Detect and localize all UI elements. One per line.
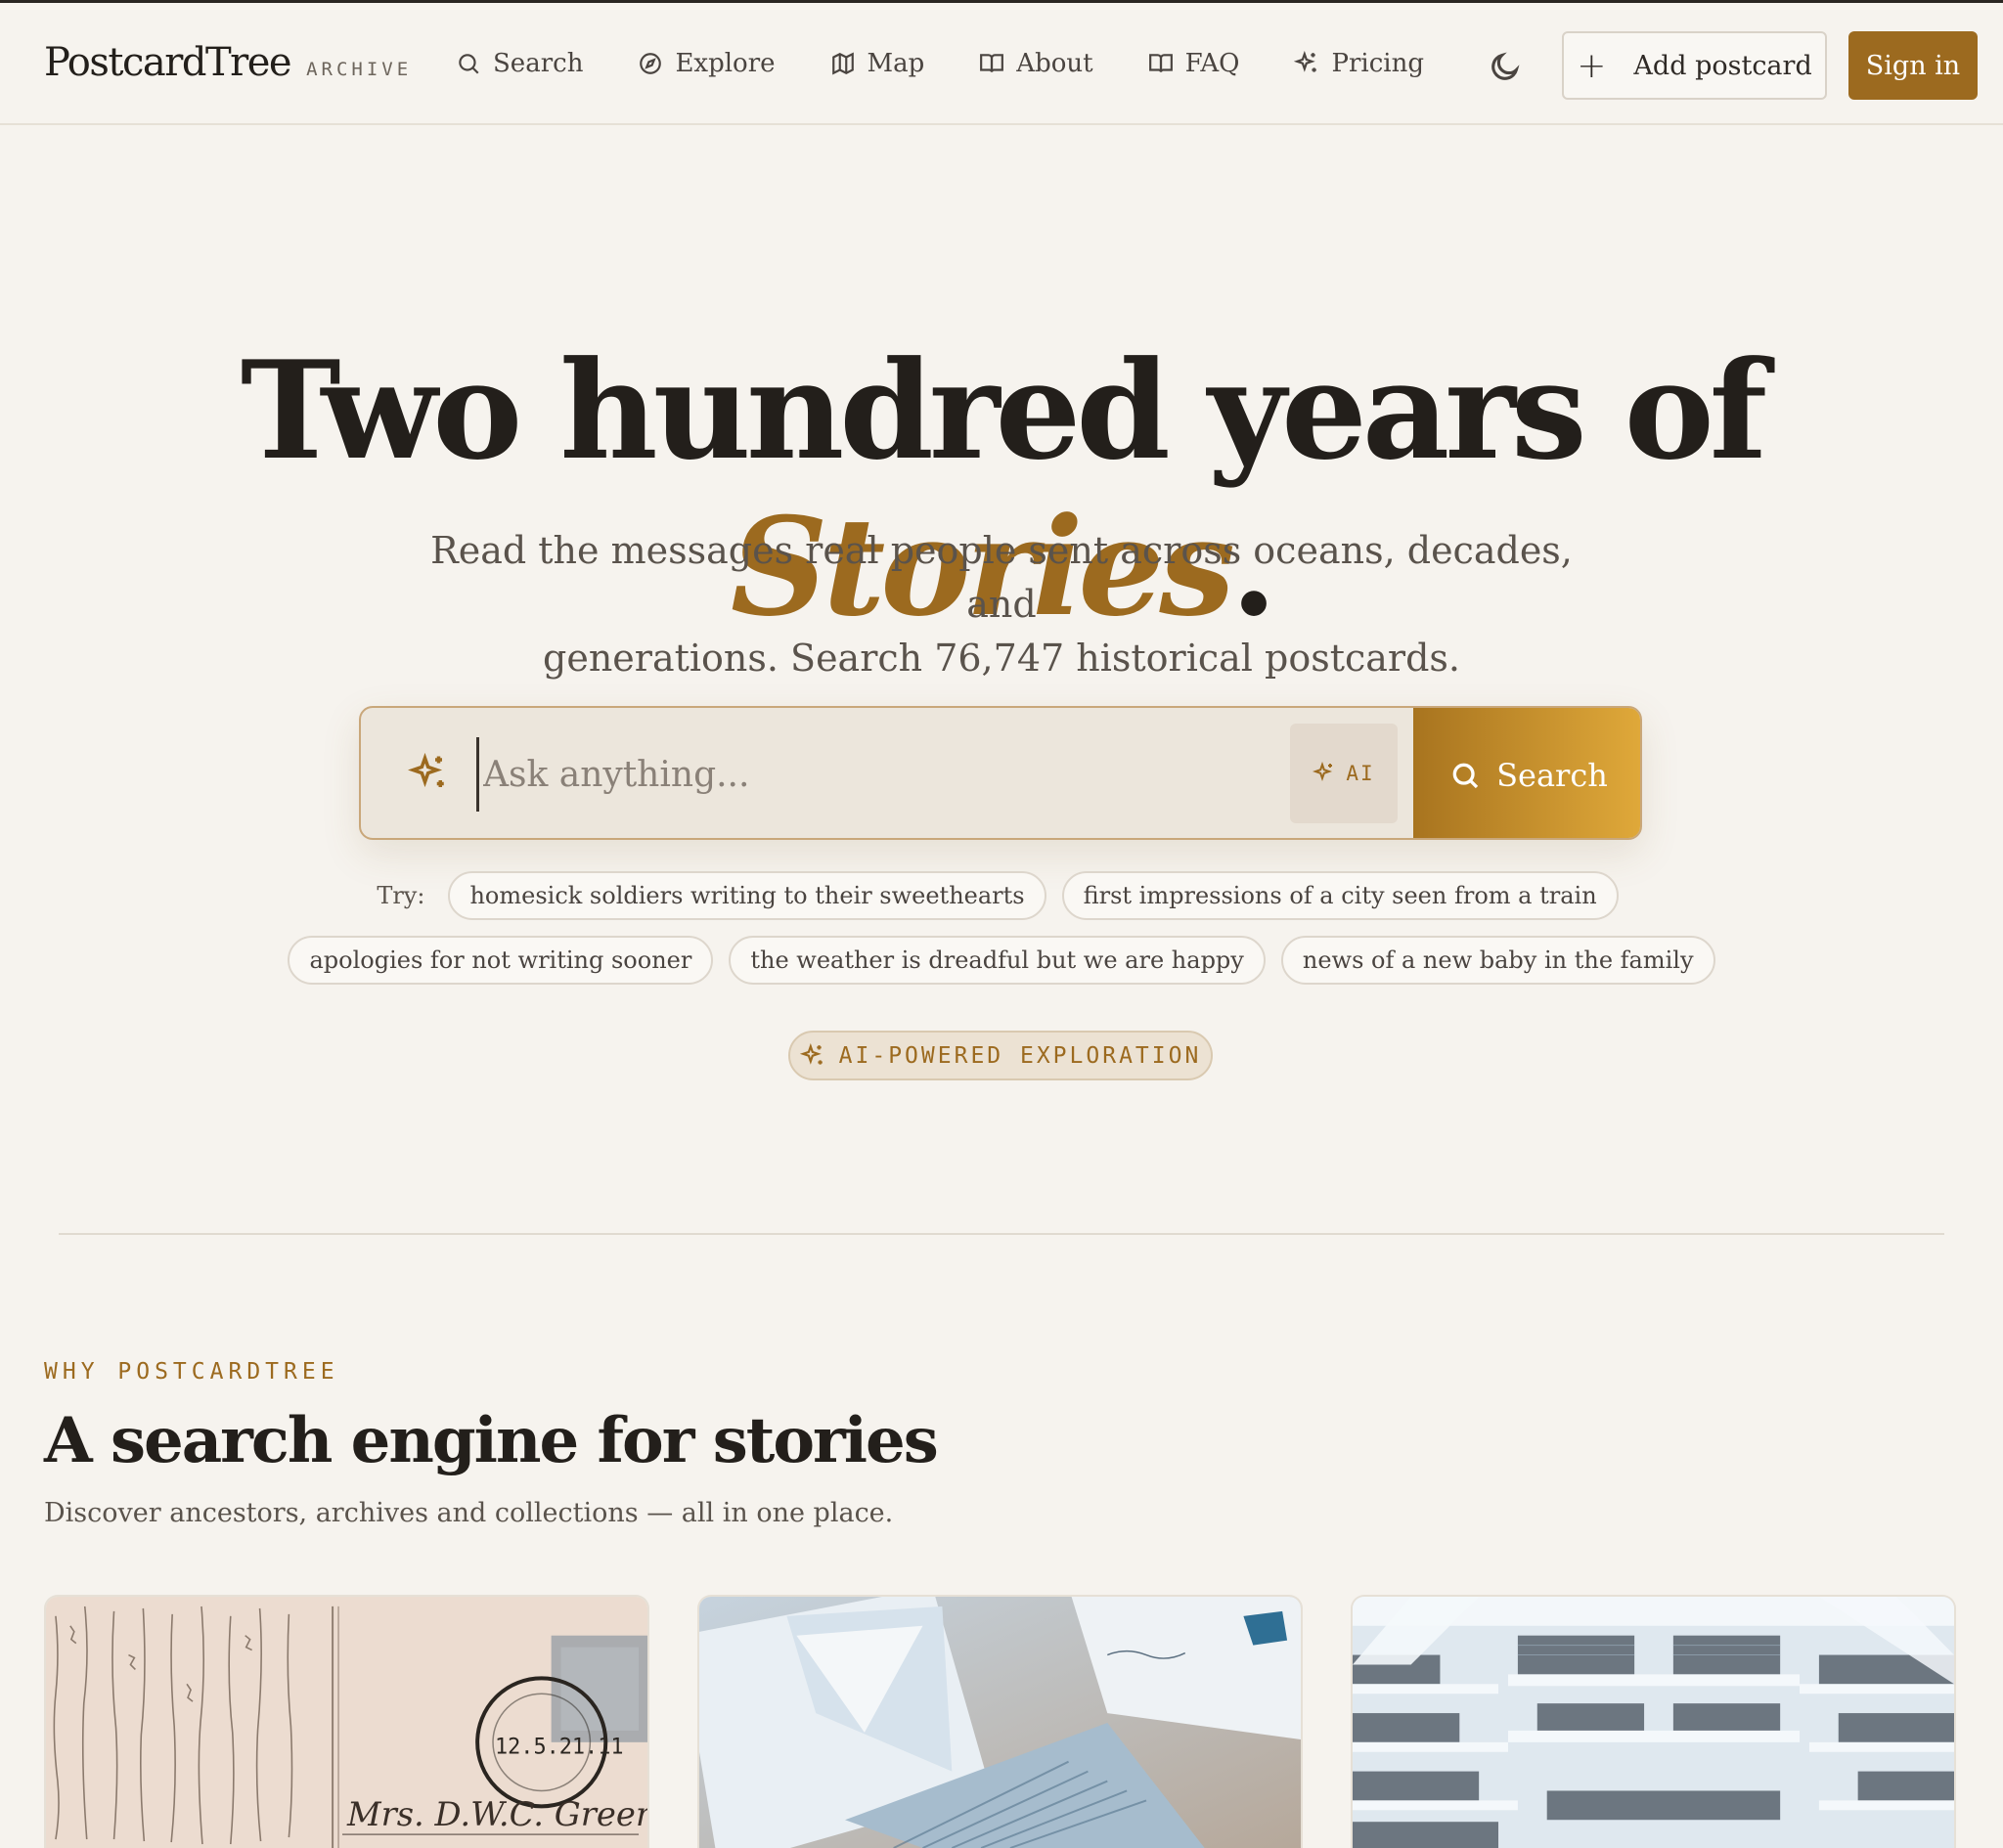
search-button[interactable]: Search: [1413, 708, 1640, 838]
theme-toggle[interactable]: [1489, 50, 1522, 83]
nav-link-explore[interactable]: Explore: [638, 42, 776, 85]
sparkle-icon: [799, 1042, 823, 1065]
logo-wordmark: PostcardTree: [44, 40, 292, 85]
moon-icon: [1491, 52, 1520, 80]
search-icon: [459, 54, 479, 74]
library-photo: [1353, 1597, 1954, 1848]
nav-link-about[interactable]: About: [979, 42, 1093, 85]
search-input[interactable]: [476, 737, 1239, 812]
section-divider: [59, 1233, 1944, 1235]
nav-link-faq[interactable]: FAQ: [1148, 42, 1240, 85]
nav-link-label: Search: [493, 49, 584, 78]
nav-link-label: About: [1016, 49, 1093, 78]
map-icon: [831, 52, 854, 75]
add-postcard-button[interactable]: + Add postcard: [1562, 31, 1827, 100]
envelopes-photo: [699, 1597, 1301, 1848]
section-subtitle: Discover ancestors, archives and collect…: [44, 1498, 894, 1528]
ai-powered-badge: AI-POWERED EXPLORATION: [788, 1031, 1213, 1080]
nav-link-label: FAQ: [1184, 49, 1240, 78]
suggestion-chip[interactable]: news of a new baby in the family: [1280, 936, 1715, 985]
suggestion-chip[interactable]: first impressions of a city seen from a …: [1061, 871, 1619, 920]
search-button-label: Search: [1496, 756, 1608, 794]
postmark-text: 12.5.21.11: [495, 1736, 624, 1760]
compass-icon: [640, 53, 662, 74]
feature-card-library-image[interactable]: [1351, 1595, 1956, 1848]
hero-subtitle-line2: generations. Search 76,747 historical po…: [543, 637, 1460, 680]
postcard-photo: 12.5.21.11 Mrs. D.W.C. Greene: [46, 1597, 647, 1848]
address-text: Mrs. D.W.C. Greene: [346, 1795, 647, 1833]
nav-link-label: Pricing: [1331, 49, 1424, 78]
suggestion-chip[interactable]: apologies for not writing sooner: [288, 936, 714, 985]
search-icon: [1452, 763, 1479, 788]
nav-link-label: Explore: [675, 49, 776, 78]
feature-card-envelopes-image[interactable]: [697, 1595, 1303, 1848]
suggestion-chip[interactable]: homesick soldiers writing to their sweet…: [448, 871, 1046, 920]
ai-mode-label: AI: [1346, 762, 1375, 785]
sparkle-icon: [407, 752, 449, 794]
logo-tag: ARCHIVE: [306, 59, 413, 80]
try-label: Try:: [377, 882, 425, 909]
nav-link-search[interactable]: Search: [456, 42, 583, 85]
ai-badge-label: AI-POWERED EXPLORATION: [838, 1042, 1202, 1069]
hero-subtitle: Read the messages real people sent acros…: [415, 524, 1588, 685]
nav-links: Search Explore Map About FAQ Pricing: [456, 42, 1479, 85]
ai-search-bar: AI Search: [359, 706, 1642, 840]
site-logo[interactable]: PostcardTree ARCHIVE: [44, 40, 412, 85]
add-postcard-label: Add postcard: [1633, 50, 1812, 81]
book-icon: [1148, 54, 1173, 72]
section-title: A search engine for stories: [44, 1404, 939, 1477]
sparkle-icon: [1294, 51, 1317, 72]
suggestion-chip[interactable]: the weather is dreadful but we are happy: [729, 936, 1266, 985]
suggestion-row-2: apologies for not writing sooner the wea…: [0, 936, 2003, 985]
plus-icon: +: [1577, 45, 1607, 86]
nav-link-pricing[interactable]: Pricing: [1294, 42, 1424, 85]
feature-card-postcard-image[interactable]: 12.5.21.11 Mrs. D.W.C. Greene: [44, 1595, 649, 1848]
section-eyebrow: WHY POSTCARDTREE: [44, 1359, 339, 1385]
sign-in-button[interactable]: Sign in: [1848, 31, 1978, 100]
hero-title-main: Two hundred years of: [240, 330, 1767, 490]
suggestion-row-1: Try: homesick soldiers writing to their …: [0, 871, 2003, 920]
book-icon: [980, 54, 1004, 72]
hero-subtitle-line1: Read the messages real people sent acros…: [430, 529, 1573, 626]
top-navigation: PostcardTree ARCHIVE Search Explore Map …: [0, 3, 2003, 125]
ai-mode-toggle[interactable]: AI: [1290, 724, 1398, 823]
nav-link-label: Map: [867, 49, 925, 78]
nav-link-map[interactable]: Map: [830, 42, 925, 85]
sparkle-icon: [1313, 762, 1333, 782]
